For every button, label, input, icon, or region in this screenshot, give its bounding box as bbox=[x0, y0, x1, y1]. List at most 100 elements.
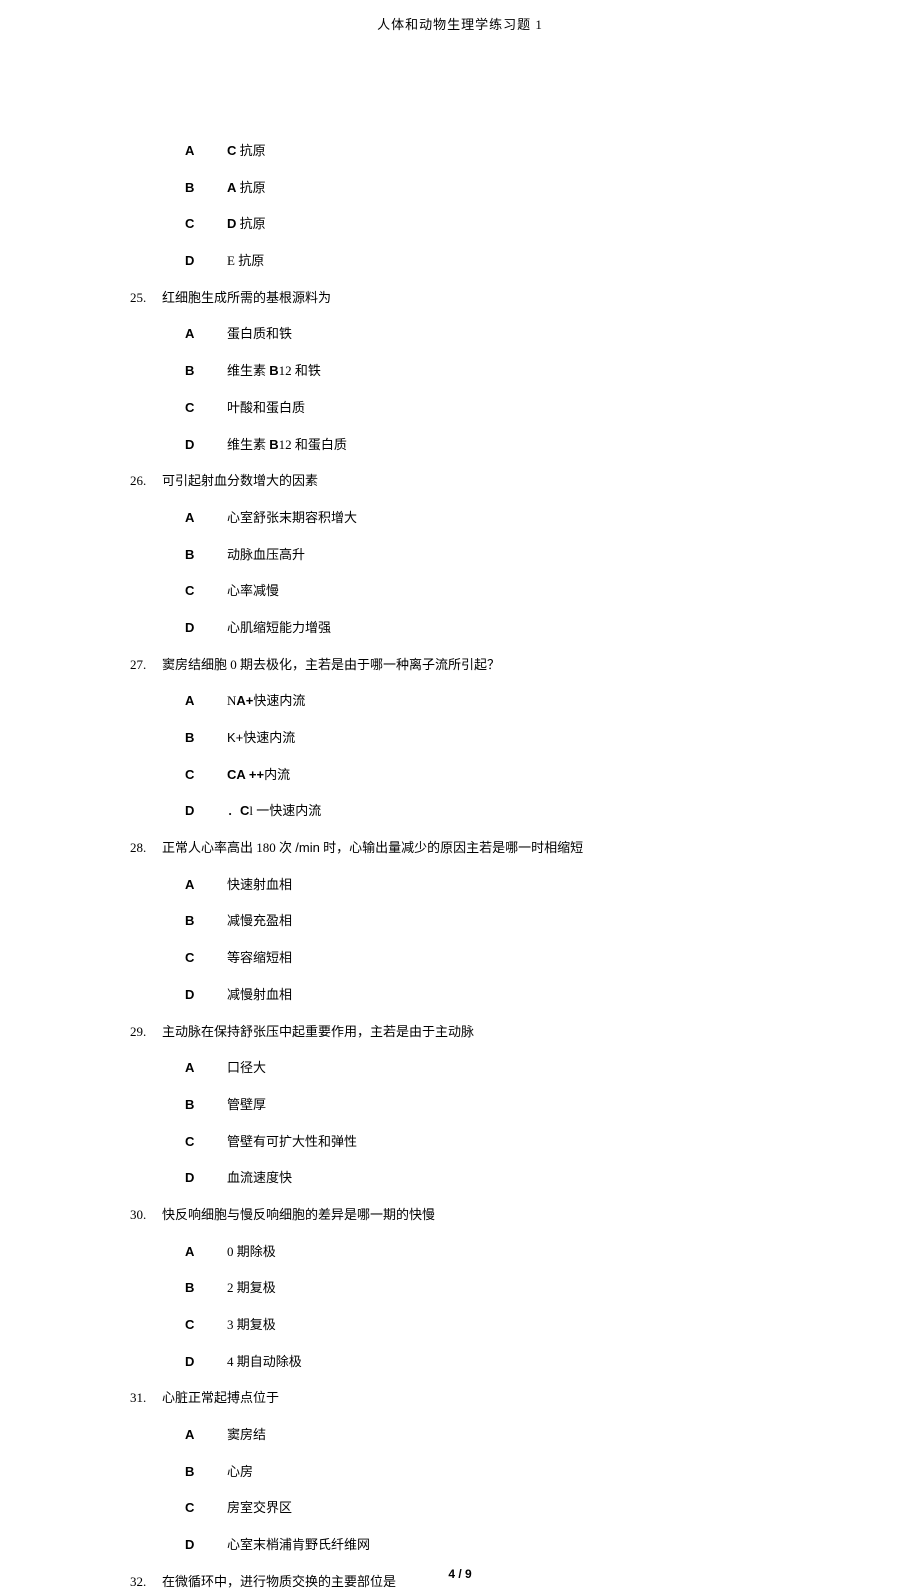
option-letter: B bbox=[185, 1093, 227, 1118]
option-row: BA 抗原 bbox=[185, 176, 820, 201]
options-block: A快速射血相B减慢充盈相C等容缩短相D减慢射血相 bbox=[130, 873, 820, 1008]
question-number: 27. bbox=[130, 653, 162, 678]
option-bold-prefix: C bbox=[227, 143, 236, 158]
option-letter: B bbox=[185, 176, 227, 201]
option-row: AC 抗原 bbox=[185, 139, 820, 164]
option-text: 维生素 B12 和蛋白质 bbox=[227, 433, 347, 458]
option-row: DE 抗原 bbox=[185, 249, 820, 274]
option-row: BK+快速内流 bbox=[185, 726, 820, 751]
question-text: 心脏正常起搏点位于 bbox=[162, 1386, 279, 1411]
option-letter: A bbox=[185, 1056, 227, 1081]
option-text: 4 期自动除极 bbox=[227, 1350, 302, 1375]
option-text: 叶酸和蛋白质 bbox=[227, 396, 305, 421]
question-number: 30. bbox=[130, 1203, 162, 1228]
question-number: 28. bbox=[130, 836, 162, 861]
option-rest: 抗原 bbox=[236, 143, 265, 158]
option-row: A窦房结 bbox=[185, 1423, 820, 1448]
question-text: 主动脉在保持舒张压中起重要作用，主若是由于主动脉 bbox=[162, 1020, 474, 1045]
option-row: B维生素 B12 和铁 bbox=[185, 359, 820, 384]
option-letter: D bbox=[185, 1166, 227, 1191]
option-text: E 抗原 bbox=[227, 249, 264, 274]
option-letter: B bbox=[185, 1460, 227, 1485]
option-letter: D bbox=[185, 433, 227, 458]
option-text: CA ++内流 bbox=[227, 763, 290, 788]
option-text: 窦房结 bbox=[227, 1423, 266, 1448]
question-row: 28.正常人心率高出 180 次 /min 时，心输出量减少的原因主若是哪一时相… bbox=[130, 836, 820, 861]
option-letter: A bbox=[185, 1240, 227, 1265]
option-text: 减慢射血相 bbox=[227, 983, 292, 1008]
option-text: D 抗原 bbox=[227, 212, 266, 237]
option-row: C叶酸和蛋白质 bbox=[185, 396, 820, 421]
option-text: C 抗原 bbox=[227, 139, 266, 164]
option-letter: D bbox=[185, 249, 227, 274]
option-row: D血流速度快 bbox=[185, 1166, 820, 1191]
option-text: 3 期复极 bbox=[227, 1313, 276, 1338]
option-row: C心率减慢 bbox=[185, 579, 820, 604]
options-block: A窦房结B心房C房室交界区D心室末梢浦肯野氏纤维网 bbox=[130, 1423, 820, 1558]
question-row: 31.心脏正常起搏点位于 bbox=[130, 1386, 820, 1411]
option-row: B减慢充盈相 bbox=[185, 909, 820, 934]
option-text: 心肌缩短能力增强 bbox=[227, 616, 331, 641]
option-rest: 抗原 bbox=[236, 180, 265, 195]
option-row: A0 期除极 bbox=[185, 1240, 820, 1265]
option-row: D减慢射血相 bbox=[185, 983, 820, 1008]
option-text: 减慢充盈相 bbox=[227, 909, 292, 934]
options-block: ANA+快速内流BK+快速内流CCA ++内流D ．Cl 一快速内流 bbox=[130, 689, 820, 824]
option-row: A蛋白质和铁 bbox=[185, 322, 820, 347]
option-text: 血流速度快 bbox=[227, 1166, 292, 1191]
option-row: B动脉血压高升 bbox=[185, 543, 820, 568]
option-letter: C bbox=[185, 212, 227, 237]
question-text: 红细胞生成所需的基根源料为 bbox=[162, 286, 331, 311]
option-rest: 抗原 bbox=[236, 216, 265, 231]
question-text: 快反响细胞与慢反响细胞的差异是哪一期的快慢 bbox=[162, 1203, 435, 1228]
option-row: CD 抗原 bbox=[185, 212, 820, 237]
option-bold-prefix: D bbox=[227, 216, 236, 231]
option-row: D ．Cl 一快速内流 bbox=[185, 799, 820, 824]
option-text: 0 期除极 bbox=[227, 1240, 276, 1265]
option-row: A口径大 bbox=[185, 1056, 820, 1081]
option-text: 等容缩短相 bbox=[227, 946, 292, 971]
question-text: 窦房结细胞 0 期去极化，主若是由于哪一种离子流所引起？ bbox=[162, 653, 500, 678]
option-text: 心房 bbox=[227, 1460, 253, 1485]
document-content: AC 抗原BA 抗原CD 抗原DE 抗原25.红细胞生成所需的基根源料为A蛋白质… bbox=[0, 33, 920, 1595]
option-text: NA+快速内流 bbox=[227, 689, 305, 714]
option-bold-prefix: A bbox=[227, 180, 236, 195]
question-row: 26.可引起射血分数增大的因素 bbox=[130, 469, 820, 494]
option-text: 动脉血压高升 bbox=[227, 543, 305, 568]
option-letter: A bbox=[185, 873, 227, 898]
option-row: A心室舒张末期容积增大 bbox=[185, 506, 820, 531]
option-letter: C bbox=[185, 946, 227, 971]
option-letter: C bbox=[185, 396, 227, 421]
option-letter: C bbox=[185, 1130, 227, 1155]
option-text: K+快速内流 bbox=[227, 726, 295, 751]
header-title: 人体和动物生理学练习题 1 bbox=[377, 17, 543, 32]
option-row: B管壁厚 bbox=[185, 1093, 820, 1118]
option-letter: B bbox=[185, 1276, 227, 1301]
option-row: D维生素 B12 和蛋白质 bbox=[185, 433, 820, 458]
option-letter: B bbox=[185, 726, 227, 751]
option-row: A快速射血相 bbox=[185, 873, 820, 898]
option-text: 维生素 B12 和铁 bbox=[227, 359, 321, 384]
options-block: A蛋白质和铁B维生素 B12 和铁C叶酸和蛋白质D维生素 B12 和蛋白质 bbox=[130, 322, 820, 457]
option-letter: A bbox=[185, 1423, 227, 1448]
option-letter: B bbox=[185, 909, 227, 934]
option-row: C房室交界区 bbox=[185, 1496, 820, 1521]
option-row: C管壁有可扩大性和弹性 bbox=[185, 1130, 820, 1155]
question-number: 31. bbox=[130, 1386, 162, 1411]
option-text: 房室交界区 bbox=[227, 1496, 292, 1521]
question-number: 29. bbox=[130, 1020, 162, 1045]
question-row: 25.红细胞生成所需的基根源料为 bbox=[130, 286, 820, 311]
option-letter: C bbox=[185, 763, 227, 788]
page-footer: 4 / 9 bbox=[0, 1567, 920, 1581]
option-text: 心率减慢 bbox=[227, 579, 279, 604]
option-text: 快速射血相 bbox=[227, 873, 292, 898]
option-letter: D bbox=[185, 799, 227, 824]
orphan-options-block: AC 抗原BA 抗原CD 抗原DE 抗原 bbox=[130, 139, 820, 274]
option-row: B2 期复极 bbox=[185, 1276, 820, 1301]
page-header: 人体和动物生理学练习题 1 bbox=[0, 0, 920, 33]
option-letter: C bbox=[185, 1313, 227, 1338]
options-block: A0 期除极B2 期复极C3 期复极D4 期自动除极 bbox=[130, 1240, 820, 1375]
option-text: 心室舒张末期容积增大 bbox=[227, 506, 357, 531]
question-number: 26. bbox=[130, 469, 162, 494]
question-row: 30.快反响细胞与慢反响细胞的差异是哪一期的快慢 bbox=[130, 1203, 820, 1228]
